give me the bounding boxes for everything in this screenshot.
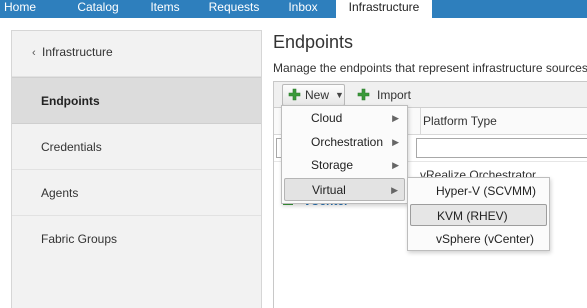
menu-item-label: Cloud [311, 111, 343, 125]
tab-requests[interactable]: Requests [196, 0, 272, 18]
chevron-left-icon: ‹ [32, 47, 36, 59]
submenu-arrow-icon: ▶ [391, 185, 398, 195]
sidebar-item-fabric-groups[interactable]: Fabric Groups [12, 216, 261, 262]
tab-inbox[interactable]: Inbox [272, 0, 334, 18]
new-button[interactable]: New ▼ [282, 84, 345, 106]
top-nav: Home Catalog Items Requests Inbox Infras… [0, 0, 587, 18]
sidebar-back-infrastructure[interactable]: ‹ Infrastructure [12, 31, 261, 77]
sidebar: ‹ Infrastructure Endpoints Credentials Ag… [11, 30, 262, 308]
submenu-item-hyper-v[interactable]: Hyper-V (SCVMM) [410, 180, 547, 202]
sidebar-item-credentials[interactable]: Credentials [12, 124, 261, 170]
add-icon [288, 88, 301, 101]
submenu-arrow-icon: ▶ [392, 160, 399, 170]
menu-item-cloud[interactable]: Cloud ▶ [284, 107, 405, 130]
menu-item-virtual[interactable]: Virtual ▶ [284, 178, 405, 201]
column-header-platform-type[interactable]: Platform Type [420, 108, 587, 135]
tab-catalog[interactable]: Catalog [62, 0, 134, 18]
sidebar-back-label: Infrastructure [42, 45, 113, 59]
add-icon [357, 88, 370, 101]
tab-home[interactable]: Home [0, 0, 62, 18]
caret-down-icon: ▼ [335, 90, 344, 100]
new-button-label: New [305, 88, 330, 102]
submenu-arrow-icon: ▶ [392, 113, 399, 123]
page-title: Endpoints [273, 32, 354, 52]
import-button[interactable]: Import [357, 84, 411, 106]
tab-infrastructure[interactable]: Infrastructure [336, 0, 432, 18]
filter-platform-type-input[interactable] [416, 138, 587, 158]
menu-item-storage[interactable]: Storage ▶ [284, 154, 405, 177]
sidebar-item-endpoints[interactable]: Endpoints [12, 77, 261, 124]
submenu-item-kvm[interactable]: KVM (RHEV) [410, 204, 547, 226]
page-subtitle: Manage the endpoints that represent infr… [273, 61, 587, 75]
menu-item-label: Virtual [312, 183, 346, 197]
menu-item-label: Orchestration [311, 135, 384, 149]
submenu-arrow-icon: ▶ [392, 137, 399, 147]
menu-item-orchestration[interactable]: Orchestration ▶ [284, 131, 405, 154]
virtual-submenu: Hyper-V (SCVMM) KVM (RHEV) vSphere (vCen… [407, 177, 550, 251]
sidebar-item-agents[interactable]: Agents [12, 170, 261, 216]
menu-item-label: Storage [311, 158, 354, 172]
new-dropdown-menu: Cloud ▶ Orchestration ▶ Storage ▶ Virtua… [281, 105, 408, 204]
tab-items[interactable]: Items [134, 0, 196, 18]
import-button-label: Import [377, 88, 412, 102]
submenu-item-vsphere[interactable]: vSphere (vCenter) [410, 228, 547, 250]
